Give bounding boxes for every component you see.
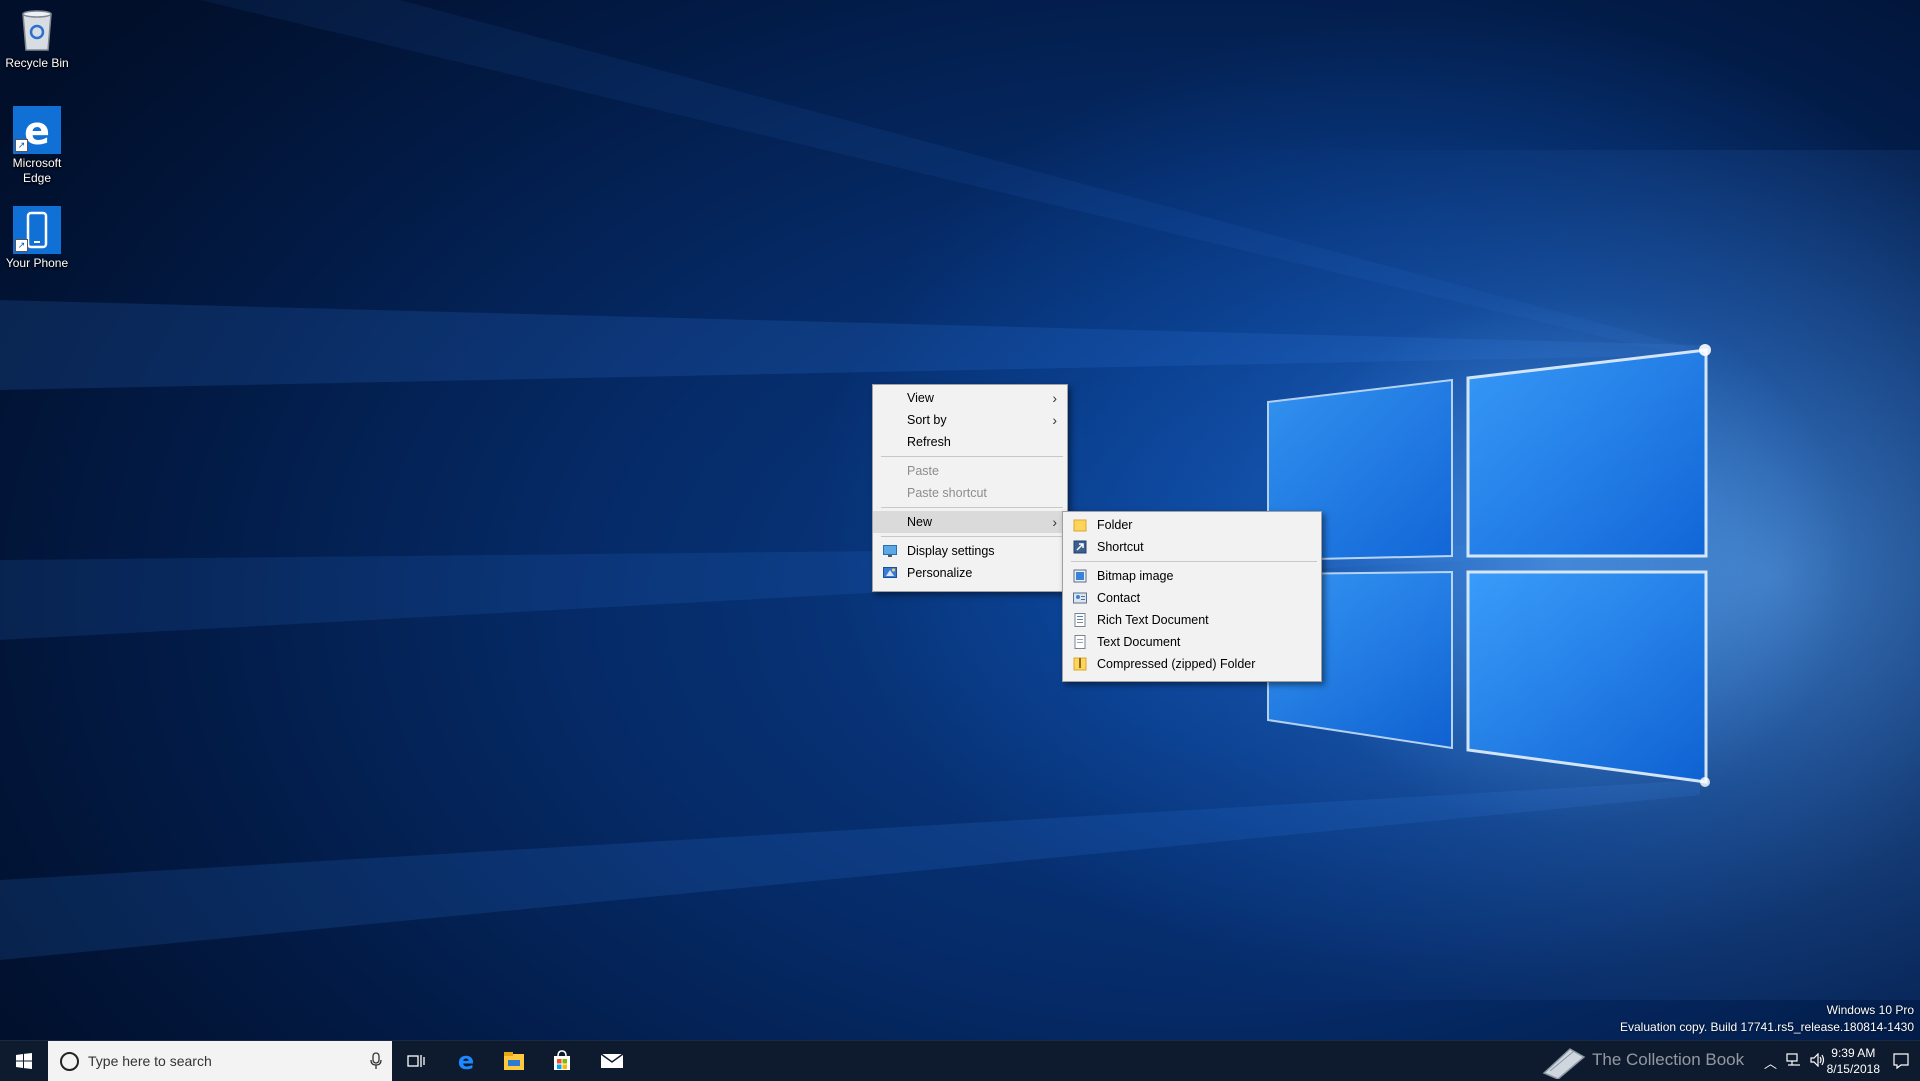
desktop-icon-label: Recycle Bin: [5, 56, 69, 70]
taskbar-edge-button[interactable]: e: [442, 1041, 490, 1081]
volume-icon[interactable]: [1810, 1053, 1826, 1067]
windows-watermark: Windows 10 Pro Evaluation copy. Build 17…: [1620, 1002, 1914, 1036]
menu-item-paste[interactable]: Paste: [873, 460, 1067, 482]
menu-item-display-settings[interactable]: Display settings: [873, 540, 1067, 562]
taskbar: Type here to search e The Collection Boo…: [0, 1040, 1920, 1081]
personalize-icon: [883, 567, 897, 578]
network-icon[interactable]: [1786, 1053, 1802, 1067]
menu-item-label: Display settings: [907, 544, 995, 558]
submenu-item-rich-text-document[interactable]: Rich Text Document: [1063, 609, 1321, 631]
desktop-icon-label: Your Phone: [5, 256, 69, 270]
text-document-icon: [1074, 635, 1086, 649]
rich-text-document-icon: [1074, 613, 1086, 627]
cortana-icon: [60, 1052, 79, 1071]
new-submenu: Folder Shortcut Bitmap image Contact Ric…: [1062, 511, 1322, 682]
shortcut-arrow-icon: ↗: [15, 239, 28, 252]
store-icon: [554, 1050, 570, 1070]
contact-icon: [1073, 592, 1087, 604]
menu-item-label: New: [907, 515, 933, 529]
submenu-item-text-document[interactable]: Text Document: [1063, 631, 1321, 653]
system-tray: The Collection Book ︿ 9:39 AM 8/15/2018: [1540, 1041, 1920, 1081]
submenu-item-label: Rich Text Document: [1097, 613, 1209, 627]
taskbar-mail-button[interactable]: [588, 1041, 636, 1081]
task-view-icon: [407, 1055, 425, 1067]
submenu-item-compressed-folder[interactable]: Compressed (zipped) Folder: [1063, 653, 1321, 675]
clock-date: 8/15/2018: [1826, 1062, 1880, 1076]
chevron-right-icon: ›: [1052, 412, 1057, 428]
folder-icon: [1073, 519, 1087, 532]
menu-item-label: Paste: [907, 464, 939, 478]
submenu-item-label: Text Document: [1097, 635, 1181, 649]
menu-separator: [881, 536, 1063, 537]
svg-text:e: e: [458, 1049, 474, 1073]
shortcut-arrow-icon: ↗: [15, 139, 28, 152]
menu-separator: [881, 456, 1063, 457]
menu-item-view[interactable]: View ›: [873, 387, 1067, 409]
bitmap-image-icon: [1073, 569, 1087, 583]
zipped-folder-icon: [1073, 657, 1087, 671]
desktop-icon-label: Microsoft Edge: [12, 156, 62, 185]
submenu-item-shortcut[interactable]: Shortcut: [1063, 536, 1321, 558]
submenu-item-label: Compressed (zipped) Folder: [1097, 657, 1256, 671]
desktop-icon-your-phone[interactable]: ↗ Your Phone: [0, 206, 75, 271]
taskbar-store-button[interactable]: [538, 1041, 586, 1081]
menu-item-label: Sort by: [907, 413, 947, 427]
phone-icon: ↗: [13, 206, 61, 254]
menu-separator: [1071, 561, 1317, 562]
submenu-item-contact[interactable]: Contact: [1063, 587, 1321, 609]
windows-start-icon: [16, 1053, 32, 1069]
taskbar-clock[interactable]: 9:39 AM 8/15/2018: [1827, 1045, 1880, 1077]
menu-item-paste-shortcut[interactable]: Paste shortcut: [873, 482, 1067, 504]
overlay-text: The Collection Book: [1592, 1050, 1745, 1069]
menu-separator: [881, 507, 1063, 508]
taskbar-file-explorer-button[interactable]: [490, 1041, 538, 1081]
taskbar-search-box[interactable]: Type here to search: [48, 1041, 392, 1081]
start-button[interactable]: [0, 1041, 48, 1081]
submenu-item-folder[interactable]: Folder: [1063, 514, 1321, 536]
menu-item-new[interactable]: New ›: [873, 511, 1067, 533]
submenu-item-label: Shortcut: [1097, 540, 1144, 554]
submenu-item-label: Bitmap image: [1097, 569, 1174, 583]
menu-item-label: View: [907, 391, 934, 405]
recycle-bin-icon: [13, 6, 61, 54]
menu-item-label: Refresh: [907, 435, 951, 449]
build-text: Evaluation copy. Build 17741.rs5_release…: [1620, 1020, 1914, 1034]
shortcut-icon: [1073, 540, 1087, 554]
desktop-context-menu: View › Sort by › Refresh Paste Paste sho…: [872, 384, 1068, 592]
menu-item-personalize[interactable]: Personalize: [873, 562, 1067, 584]
chevron-right-icon: ›: [1052, 390, 1057, 406]
action-center-icon[interactable]: [1892, 1052, 1910, 1070]
search-placeholder: Type here to search: [88, 1053, 212, 1069]
file-explorer-icon: [504, 1052, 524, 1070]
menu-item-sort-by[interactable]: Sort by ›: [873, 409, 1067, 431]
desktop-icon-recycle-bin[interactable]: Recycle Bin: [0, 6, 75, 71]
edge-icon: e: [458, 1049, 474, 1073]
mail-icon: [600, 1053, 624, 1068]
chevron-right-icon: ›: [1052, 514, 1057, 530]
edition-text: Windows 10 Pro: [1826, 1003, 1914, 1017]
menu-item-label: Personalize: [907, 566, 973, 580]
display-settings-icon: [883, 545, 897, 557]
menu-item-refresh[interactable]: Refresh: [873, 431, 1067, 453]
clock-time: 9:39 AM: [1831, 1046, 1876, 1060]
microphone-icon[interactable]: [370, 1052, 382, 1070]
task-view-button[interactable]: [392, 1041, 440, 1081]
desktop[interactable]: Recycle Bin e ↗ Microsoft Edge ↗ Your Ph…: [0, 0, 1920, 1040]
menu-item-label: Paste shortcut: [907, 486, 987, 500]
submenu-item-label: Contact: [1097, 591, 1141, 605]
desktop-icon-microsoft-edge[interactable]: e ↗ Microsoft Edge: [0, 106, 75, 186]
submenu-item-label: Folder: [1097, 518, 1133, 532]
collection-book-logo-icon: [1542, 1048, 1586, 1079]
submenu-item-bitmap-image[interactable]: Bitmap image: [1063, 565, 1321, 587]
edge-icon: e ↗: [13, 106, 61, 154]
show-hidden-icons-chevron-up-icon[interactable]: ︿: [1764, 1053, 1777, 1072]
